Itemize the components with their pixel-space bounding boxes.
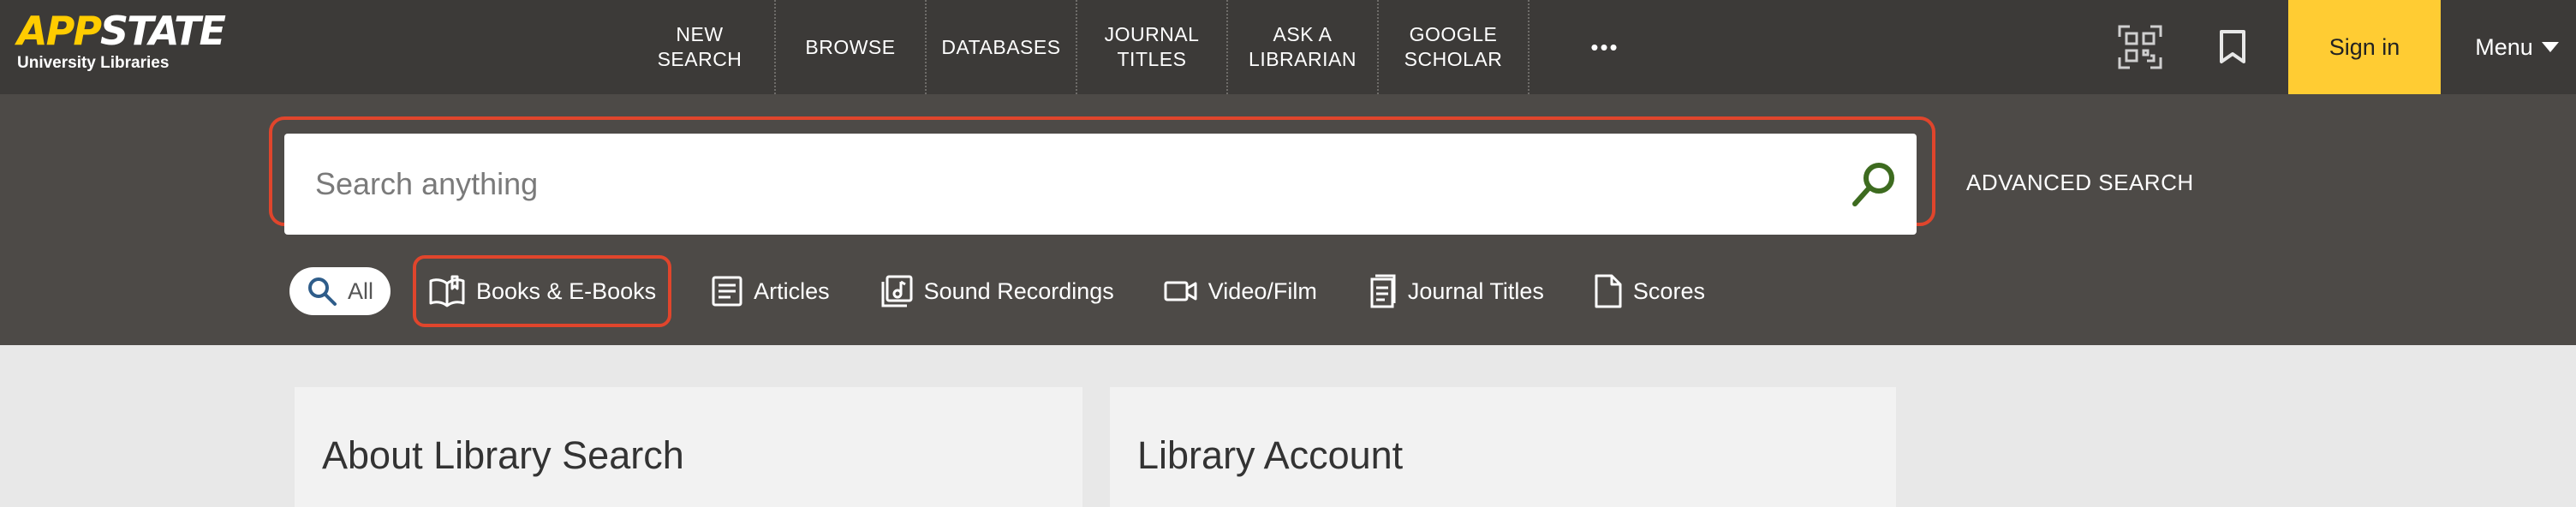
filter-sound-recordings[interactable]: Sound Recordings	[880, 265, 1114, 317]
filter-video-label: Video/Film	[1208, 277, 1317, 304]
search-box	[284, 134, 1917, 235]
search-input[interactable]	[315, 134, 1840, 235]
magnifier-icon	[1852, 163, 1894, 206]
search-panel: ADVANCED SEARCH All Books & E-Books Arti…	[0, 94, 2576, 345]
main-nav: NEW SEARCH BROWSE DATABASES JOURNAL TITL…	[625, 0, 1680, 94]
top-navigation-bar: APPSTATE University Libraries NEW SEARCH…	[0, 0, 2576, 94]
menu-label: Menu	[2475, 33, 2533, 60]
video-camera-icon	[1164, 281, 1197, 301]
filter-journal-titles[interactable]: Journal Titles	[1367, 265, 1544, 317]
document-icon	[1595, 274, 1622, 308]
card-title-about: About Library Search	[322, 433, 684, 477]
filter-sound-label: Sound Recordings	[923, 277, 1114, 304]
bookmark-button[interactable]	[2201, 15, 2264, 79]
search-type-filters: All Books & E-Books Articles Sound Recor…	[289, 255, 1755, 327]
library-account-card: Library Account	[1110, 387, 1896, 507]
nav-new-search[interactable]: NEW SEARCH	[625, 0, 776, 94]
filter-scores[interactable]: Scores	[1594, 265, 1705, 317]
qr-code-icon	[2118, 25, 2162, 69]
music-note-icon	[881, 275, 913, 307]
logo-wordmark: APPSTATE	[17, 8, 226, 54]
card-title-account: Library Account	[1137, 433, 1404, 477]
search-submit-button[interactable]	[1848, 159, 1899, 211]
logo-subtitle: University Libraries	[17, 54, 170, 72]
search-icon	[308, 277, 337, 306]
filter-books-ebooks[interactable]: Books & E-Books	[413, 255, 672, 327]
nav-databases[interactable]: DATABASES	[927, 0, 1077, 94]
filter-articles-label: Articles	[754, 277, 830, 304]
more-options-icon[interactable]: •••	[1530, 0, 1680, 94]
qr-code-button[interactable]	[2107, 15, 2174, 79]
filter-all[interactable]: All	[289, 267, 391, 315]
app-state-logo[interactable]: APPSTATE University Libraries	[17, 8, 226, 84]
nav-journal-titles[interactable]: JOURNAL TITLES	[1077, 0, 1228, 94]
bookmark-icon	[2220, 30, 2245, 63]
filter-journal-label: Journal Titles	[1407, 277, 1544, 304]
filter-video-film[interactable]: Video/Film	[1164, 265, 1317, 317]
menu-button[interactable]: Menu	[2458, 0, 2576, 94]
filter-books-label: Books & E-Books	[476, 277, 657, 304]
open-book-icon	[429, 275, 465, 307]
nav-ask-a-librarian[interactable]: ASK A LIBRARIAN	[1228, 0, 1379, 94]
about-library-search-card: About Library Search	[295, 387, 1082, 507]
advanced-search-link[interactable]: ADVANCED SEARCH	[1966, 170, 2194, 196]
nav-google-scholar[interactable]: GOOGLE SCHOLAR	[1379, 0, 1530, 94]
filter-all-label: All	[348, 277, 374, 304]
sign-in-button[interactable]: Sign in	[2288, 0, 2441, 94]
caret-down-icon	[2541, 42, 2559, 52]
filter-scores-label: Scores	[1632, 277, 1705, 304]
filter-articles[interactable]: Articles	[711, 265, 830, 317]
nav-browse[interactable]: BROWSE	[776, 0, 927, 94]
journal-icon	[1370, 274, 1396, 308]
article-icon	[712, 276, 742, 307]
